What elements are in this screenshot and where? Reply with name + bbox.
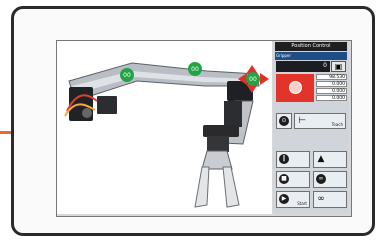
joint-value-4: 0.000 <box>316 95 347 101</box>
servo-marker-1[interactable]: 00 <box>120 68 134 82</box>
link-button[interactable]: ∞ <box>313 191 347 208</box>
tool-icon: ⊢ <box>298 116 306 126</box>
svg-text:00: 00 <box>191 66 199 73</box>
pause-button[interactable]: ‖ <box>276 151 310 168</box>
pause-icon: ‖ <box>279 154 289 164</box>
stop-button[interactable]: ■ <box>276 171 310 188</box>
link-icon: ∞ <box>317 194 325 204</box>
loop-button[interactable]: ∞ <box>313 171 347 188</box>
gripper-finger-right <box>222 166 240 208</box>
play-button[interactable]: ▶ Start <box>276 191 310 208</box>
svg-text:00: 00 <box>249 76 257 83</box>
gripper-body <box>201 150 233 170</box>
control-panel: Position Control Gripper 0 ▣ 98.530 0.00… <box>273 41 349 214</box>
record-icon: ⊙ <box>279 116 289 126</box>
folder-icon: ▣ <box>334 62 343 71</box>
teach-label: Teach <box>331 122 343 127</box>
position-value: 0 <box>323 62 327 69</box>
play-icon: ▶ <box>279 194 289 204</box>
play-label: Start <box>297 201 307 206</box>
joint-value-1: 98.530 <box>316 74 347 80</box>
eject-icon: ▲ <box>317 154 325 164</box>
servo-marker-2[interactable]: 00 <box>188 62 202 76</box>
dial-icon <box>289 81 302 94</box>
robot-arm-view[interactable]: 00 00 00 <box>57 41 272 214</box>
joint-values: 98.530 0.000 0.000 0.000 <box>316 74 347 102</box>
record-button[interactable]: ⊙ <box>276 113 292 129</box>
teach-button[interactable]: ⊢ Teach <box>294 113 346 129</box>
joint-value-2: 0.000 <box>316 81 347 87</box>
gripper-finger-left <box>194 166 210 208</box>
eject-button[interactable]: ▲ <box>313 151 347 168</box>
arrow-right-icon[interactable] <box>260 73 269 85</box>
robot-arm-illustration: 00 00 00 <box>64 62 269 208</box>
open-file-button[interactable]: ▣ <box>331 61 346 72</box>
svg-text:00: 00 <box>123 72 131 79</box>
servo-marker-3[interactable]: 00 <box>246 72 260 86</box>
joint-value-3: 0.000 <box>316 88 347 94</box>
joint-selector-label: Gripper <box>276 53 292 58</box>
wrist-servo <box>203 125 239 137</box>
stop-icon: ■ <box>279 174 289 184</box>
joint-dial-panel[interactable] <box>276 74 314 102</box>
loop-icon: ∞ <box>316 174 326 184</box>
panel-title: Position Control <box>275 42 347 51</box>
position-field[interactable]: 0 <box>276 61 330 72</box>
